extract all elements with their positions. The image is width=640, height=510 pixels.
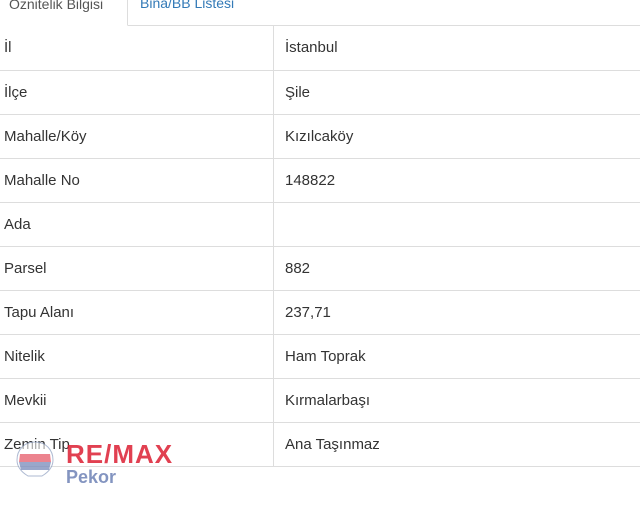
row-label: İlçe [4,84,28,101]
row-label: Mevkii [4,392,47,409]
row-label: Tapu Alanı [4,304,75,321]
row-value: Kızılcaköy [285,128,354,145]
row-label: Parsel [4,260,47,277]
row-value: İstanbul [285,39,338,56]
table-row: Mevkii Kırmalarbaşı [0,378,640,422]
table-row: Zemin Tip Ana Taşınmaz [0,422,640,466]
row-label: Mahalle No [4,172,80,189]
row-value: 882 [285,260,311,277]
row-label: Ada [4,216,31,233]
row-label: Nitelik [4,348,45,365]
table-row: Nitelik Ham Toprak [0,334,640,378]
table-row [0,466,640,510]
row-label: İl [4,39,12,56]
table-row: İlçe Şile [0,70,640,114]
table-row: Mahalle/Köy Kızılcaköy [0,114,640,158]
row-label: Zemin Tip [4,436,70,453]
row-value: 237,71 [285,304,331,321]
row-value: 148822 [285,172,336,189]
tab-bar: Öznitelik Bilgisi Bina/BB Listesi [0,0,640,26]
tab-bina-bb-listesi[interactable]: Bina/BB Listesi [128,0,278,25]
table-row: Ada [0,202,640,246]
tab-oznitelik-bilgisi[interactable]: Öznitelik Bilgisi [0,0,128,26]
row-value: Şile [285,84,311,101]
row-value: Kırmalarbaşı [285,392,371,409]
row-label: Mahalle/Köy [4,128,87,145]
table-row: Tapu Alanı 237,71 [0,290,640,334]
row-value: Ham Toprak [285,348,366,365]
table-row: İl İstanbul [0,26,640,70]
attribute-table: İl İstanbul İlçe Şile Mahalle/Köy Kızılc… [0,26,640,510]
table-row: Parsel 882 [0,246,640,290]
table-row: Mahalle No 148822 [0,158,640,202]
row-value: Ana Taşınmaz [285,436,380,453]
